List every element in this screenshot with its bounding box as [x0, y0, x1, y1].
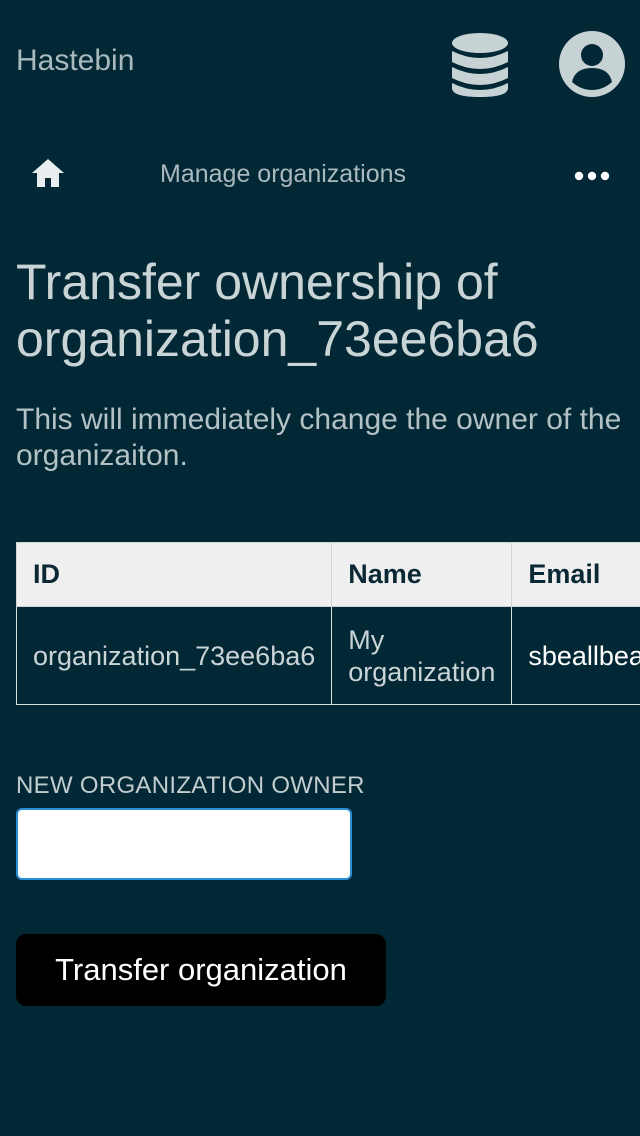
- column-header-email: Email: [511, 542, 640, 607]
- cell-organization-id: organization_73ee6ba6: [16, 606, 333, 705]
- database-icon[interactable]: [451, 32, 509, 98]
- page-description: This will immediately change the owner o…: [16, 403, 622, 472]
- user-circle-icon[interactable]: [559, 31, 625, 97]
- brand-link[interactable]: Hastebin: [16, 44, 134, 78]
- home-icon[interactable]: [31, 157, 65, 189]
- breadcrumb-manage-organizations[interactable]: Manage organizations: [160, 160, 406, 189]
- more-horizontal-icon[interactable]: [573, 166, 611, 186]
- column-header-id: ID: [16, 542, 333, 607]
- organization-table-container[interactable]: ID Name Email organization_73ee6ba6 My o…: [16, 542, 640, 708]
- table-header-row: ID Name Email: [16, 542, 640, 607]
- column-header-name: Name: [331, 542, 513, 607]
- cell-organization-email: sbeallbeall: [511, 606, 640, 705]
- cell-organization-name: My organization: [331, 606, 513, 705]
- new-owner-input[interactable]: [16, 808, 352, 880]
- table-row: organization_73ee6ba6 My organization sb…: [16, 606, 640, 705]
- page-title: Transfer ownership of organization_73ee6…: [16, 254, 539, 367]
- new-owner-label: NEW ORGANIZATION OWNER: [16, 772, 365, 799]
- organization-table: ID Name Email organization_73ee6ba6 My o…: [16, 542, 640, 705]
- transfer-organization-button[interactable]: Transfer organization: [16, 934, 386, 1006]
- transfer-ownership-page: Hastebin Manage organizations Transfer o…: [0, 0, 640, 1136]
